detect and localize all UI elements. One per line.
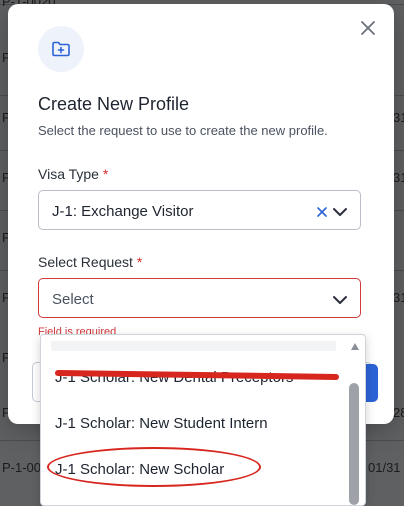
visa-type-label: Visa Type * bbox=[38, 166, 108, 182]
table-cell: 01/31 bbox=[368, 460, 401, 475]
dropdown-header bbox=[51, 341, 336, 351]
circle-annotation bbox=[47, 447, 261, 487]
visa-type-select[interactable]: J-1: Exchange Visitor bbox=[38, 190, 361, 230]
request-dropdown-menu: J-1 Scholar: New Dental Preceptors J-1 S… bbox=[40, 334, 366, 506]
clear-icon[interactable] bbox=[316, 205, 328, 217]
required-mark: * bbox=[102, 166, 109, 182]
scroll-up-icon[interactable] bbox=[351, 343, 359, 350]
select-request-label: Select Request * bbox=[38, 254, 142, 270]
close-icon[interactable] bbox=[358, 18, 378, 38]
chevron-down-icon bbox=[332, 205, 348, 217]
dropdown-option[interactable]: J-1 Scholar: New Student Intern bbox=[55, 415, 268, 432]
visa-type-label-text: Visa Type bbox=[38, 166, 99, 182]
modal-title: Create New Profile bbox=[38, 94, 190, 114]
folder-plus-icon bbox=[38, 26, 84, 72]
table-cell: P-1-00 bbox=[2, 460, 42, 475]
table-cell: 31 bbox=[393, 290, 404, 305]
select-request-label-text: Select Request bbox=[38, 254, 133, 270]
required-mark: * bbox=[136, 254, 143, 270]
table-cell: 31 bbox=[393, 110, 404, 125]
modal-subtitle: Select the request to use to create the … bbox=[38, 123, 328, 138]
select-request-placeholder: Select bbox=[52, 291, 94, 308]
table-cell: 31 bbox=[393, 170, 404, 185]
table-cell: 28 bbox=[393, 405, 404, 420]
chevron-down-icon bbox=[332, 293, 348, 305]
select-request-select[interactable]: Select bbox=[38, 278, 361, 318]
visa-type-value: J-1: Exchange Visitor bbox=[52, 203, 194, 220]
scrollbar[interactable] bbox=[349, 383, 359, 505]
